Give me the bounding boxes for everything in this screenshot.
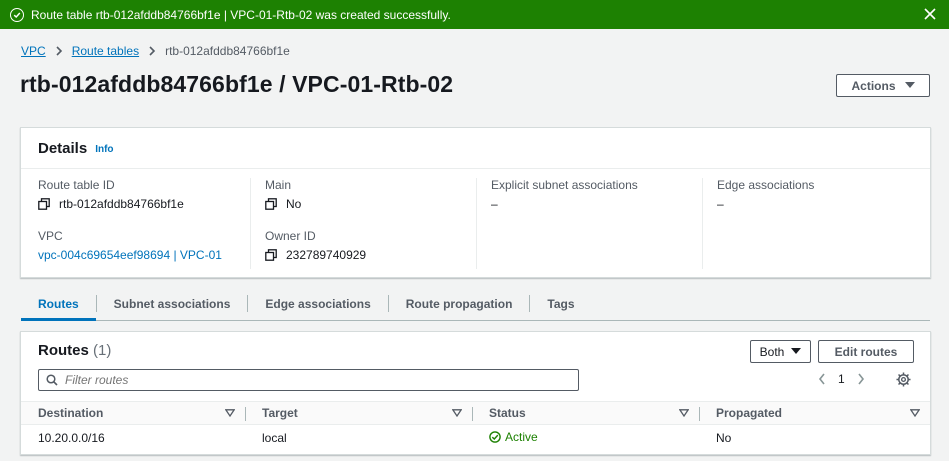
routes-count: (1) xyxy=(93,342,112,359)
copy-icon[interactable] xyxy=(265,198,277,210)
routes-table: Destination Target Status Propagated 10.… xyxy=(21,401,930,452)
details-panel: Details Info Route table ID rtb-012afddb… xyxy=(20,127,931,278)
edge-associations-label: Edge associations xyxy=(717,178,815,192)
main-label: Main xyxy=(265,178,292,192)
copy-icon[interactable] xyxy=(38,198,50,210)
details-title: Details xyxy=(38,139,88,157)
cell-destination: 10.20.0.0/16 xyxy=(38,431,105,446)
route-table-id-label: Route table ID xyxy=(38,178,115,192)
copy-icon[interactable] xyxy=(265,249,277,261)
actions-button[interactable]: Actions xyxy=(836,74,930,97)
tab-subnet-associations[interactable]: Subnet associations xyxy=(97,293,248,320)
table-row: 10.20.0.0/16 local Active No xyxy=(21,425,930,452)
caret-down-icon xyxy=(904,82,915,89)
vpc-link[interactable]: vpc-004c69654eef98694 | VPC-01 xyxy=(38,248,222,262)
gear-icon[interactable] xyxy=(896,372,911,387)
tab-bar: Routes Subnet associations Edge associat… xyxy=(21,293,930,321)
routes-title: Routes (1) xyxy=(38,342,111,359)
owner-id-value: 232789740929 xyxy=(265,248,476,262)
page-number[interactable]: 1 xyxy=(838,372,845,386)
both-filter-select[interactable]: Both xyxy=(750,340,811,363)
filter-routes-search[interactable] xyxy=(38,369,579,391)
details-col-3: Explicit subnet associations – xyxy=(476,178,702,269)
pagination: 1 xyxy=(818,372,865,386)
check-circle-icon xyxy=(10,7,24,22)
check-circle-icon xyxy=(489,431,501,444)
chevron-left-icon[interactable] xyxy=(818,373,826,385)
details-col-4: Edge associations – xyxy=(702,178,928,269)
vpc-label: VPC xyxy=(38,229,63,243)
cell-propagated: No xyxy=(716,431,732,446)
search-input[interactable] xyxy=(65,373,565,387)
owner-id-text: 232789740929 xyxy=(286,248,367,262)
edit-routes-button[interactable]: Edit routes xyxy=(818,340,914,363)
breadcrumb-current: rtb-012afddb84766bf1e xyxy=(165,44,290,58)
edge-associations-value: – xyxy=(717,197,724,211)
details-col-2: Main No Owner ID 232789740929 xyxy=(250,178,476,269)
tab-route-propagation[interactable]: Route propagation xyxy=(389,293,530,320)
status-text: Active xyxy=(505,430,538,445)
column-header-propagated[interactable]: Propagated xyxy=(699,401,930,425)
tab-tags[interactable]: Tags xyxy=(530,293,591,320)
search-icon xyxy=(46,374,58,386)
breadcrumb-vpc[interactable]: VPC xyxy=(21,44,46,58)
main-text: No xyxy=(286,197,302,211)
route-table-id-text: rtb-012afddb84766bf1e xyxy=(59,197,184,211)
actions-label: Actions xyxy=(851,78,896,93)
cell-status: Active xyxy=(472,425,699,452)
close-icon[interactable] xyxy=(922,6,938,22)
main-value: No xyxy=(265,197,476,211)
both-filter-label: Both xyxy=(759,344,785,359)
tab-routes[interactable]: Routes xyxy=(21,293,96,321)
column-header-target[interactable]: Target xyxy=(245,401,472,425)
details-col-1: Route table ID rtb-012afddb84766bf1e VPC… xyxy=(38,178,250,269)
info-link[interactable]: Info xyxy=(95,144,113,155)
explicit-subnet-label: Explicit subnet associations xyxy=(491,178,638,192)
breadcrumb: VPC Route tables rtb-012afddb84766bf1e xyxy=(21,44,290,58)
column-header-status[interactable]: Status xyxy=(472,401,699,425)
flash-message: Route table rtb-012afddb84766bf1e | VPC-… xyxy=(31,7,451,22)
sort-caret-icon[interactable] xyxy=(225,409,235,417)
column-header-label: Target xyxy=(262,406,298,420)
status-badge: Active xyxy=(489,430,538,444)
details-header: Details Info xyxy=(21,128,930,169)
route-table-id-value: rtb-012afddb84766bf1e xyxy=(38,197,250,211)
success-flash-bar: Route table rtb-012afddb84766bf1e | VPC-… xyxy=(0,0,949,29)
owner-id-label: Owner ID xyxy=(265,229,316,243)
chevron-right-icon xyxy=(55,46,63,56)
vpc-value: vpc-004c69654eef98694 | VPC-01 xyxy=(38,248,250,262)
routes-panel: Routes (1) Both Edit routes 1 xyxy=(20,331,931,455)
explicit-subnet-value: – xyxy=(491,197,498,211)
chevron-right-icon[interactable] xyxy=(857,373,865,385)
column-header-destination[interactable]: Destination xyxy=(21,401,245,425)
caret-down-icon xyxy=(791,348,802,355)
column-header-label: Status xyxy=(489,406,526,420)
sort-caret-icon[interactable] xyxy=(679,409,689,417)
sort-caret-icon[interactable] xyxy=(452,409,462,417)
routes-title-text: Routes xyxy=(38,342,89,359)
cell-target: local xyxy=(262,431,287,446)
column-header-label: Destination xyxy=(38,406,104,420)
tab-edge-associations[interactable]: Edge associations xyxy=(248,293,387,320)
breadcrumb-route-tables[interactable]: Route tables xyxy=(72,44,139,58)
sort-caret-icon[interactable] xyxy=(910,409,920,417)
chevron-right-icon xyxy=(148,46,156,56)
column-header-label: Propagated xyxy=(716,406,783,420)
table-header-row: Destination Target Status Propagated xyxy=(21,401,930,425)
page-title: rtb-012afddb84766bf1e / VPC-01-Rtb-02 xyxy=(20,71,454,97)
